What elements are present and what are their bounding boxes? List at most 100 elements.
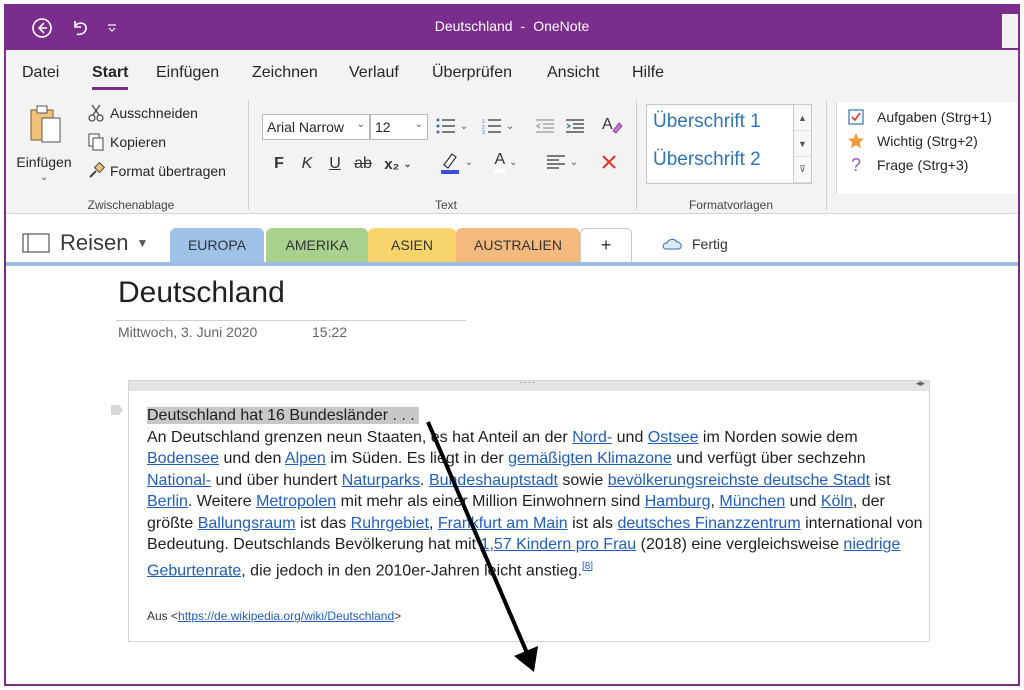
link-klimazone[interactable]: gemäßigten Klimazone bbox=[508, 450, 672, 467]
link-bundeshauptstadt[interactable]: Bundeshauptstadt bbox=[429, 472, 558, 489]
link-nord[interactable]: Nord- bbox=[572, 429, 612, 446]
tag-important[interactable]: Wichtig (Strg+2) bbox=[845, 130, 978, 152]
title-underline bbox=[116, 320, 466, 321]
subscript-button[interactable]: x₂ ⌄ bbox=[380, 152, 416, 176]
highlight-button[interactable]: ⌄ bbox=[434, 150, 478, 174]
styles-gallery: Überschrift 1 Überschrift 2 ▲ ▼ ⊽ bbox=[646, 104, 812, 184]
notebook-bar: Reisen ▼ EUROPA AMERIKA ASIEN AUSTRALIEN… bbox=[6, 216, 1018, 264]
copy-button[interactable]: Kopieren bbox=[86, 131, 166, 153]
paragraph-handle-icon[interactable] bbox=[110, 404, 124, 416]
paste-label: Einfügen bbox=[16, 154, 72, 170]
link-metropolen[interactable]: Metropolen bbox=[256, 493, 336, 510]
align-left-icon bbox=[546, 155, 565, 169]
source-suffix: > bbox=[394, 609, 402, 623]
delete-button[interactable] bbox=[596, 150, 622, 174]
note-container[interactable]: ···· ◂▸ Deutschland hat 16 Bundesländer … bbox=[128, 377, 930, 642]
style-heading-1[interactable]: Überschrift 1 bbox=[653, 111, 761, 133]
caret-down-icon: ▼ bbox=[136, 236, 149, 250]
section-tab-europa[interactable]: EUROPA bbox=[170, 228, 264, 262]
tab-hilfe[interactable]: Hilfe bbox=[632, 64, 664, 82]
decrease-indent-button[interactable] bbox=[532, 114, 558, 138]
tab-verlauf[interactable]: Verlauf bbox=[349, 64, 399, 82]
strikethrough-button[interactable]: ab bbox=[350, 152, 376, 176]
bullets-button[interactable]: ⌄ bbox=[432, 114, 472, 138]
source-link[interactable]: https://de.wikipedia.org/wiki/Deutschlan… bbox=[178, 609, 394, 623]
style-heading-2[interactable]: Überschrift 2 bbox=[653, 149, 761, 171]
link-frankfurt[interactable]: Frankfurt am Main bbox=[438, 515, 568, 532]
font-size-combo[interactable]: 12 ⌄ bbox=[370, 114, 428, 140]
paste-dropdown-icon[interactable]: ⌄ bbox=[40, 172, 48, 183]
underline-button[interactable]: U bbox=[324, 152, 346, 176]
note-heading: Deutschland hat 16 Bundesländer . . . bbox=[147, 407, 419, 424]
section-tab-amerika[interactable]: AMERIKA bbox=[266, 228, 368, 262]
link-ruhrgebiet[interactable]: Ruhrgebiet bbox=[351, 515, 429, 532]
chevron-up-icon[interactable]: ▲ bbox=[794, 105, 811, 131]
numbering-button[interactable]: 123 ⌄ bbox=[478, 114, 518, 138]
tab-ueberpruefen[interactable]: Überprüfen bbox=[432, 64, 512, 82]
paste-button[interactable]: Einfügen ⌄ bbox=[16, 100, 82, 184]
link-ballungsraum[interactable]: Ballungsraum bbox=[198, 515, 296, 532]
tag-important-label: Wichtig (Strg+2) bbox=[877, 133, 978, 149]
more-styles-icon[interactable]: ⊽ bbox=[794, 157, 811, 183]
link-koeln[interactable]: Köln bbox=[821, 493, 853, 510]
link-berlin[interactable]: Berlin bbox=[147, 493, 188, 510]
link-reference-8[interactable]: [8] bbox=[582, 561, 593, 572]
tag-question[interactable]: ? Frage (Strg+3) bbox=[845, 154, 968, 176]
group-separator bbox=[826, 100, 827, 210]
link-nationalparks[interactable]: National- bbox=[147, 472, 211, 489]
link-bodensee[interactable]: Bodensee bbox=[147, 450, 219, 467]
tag-todo[interactable]: Aufgaben (Strg+1) bbox=[845, 106, 992, 128]
sync-status[interactable]: Fertig bbox=[662, 236, 728, 252]
onenote-window: Deutschland - OneNote Datei Start Einfügen… bbox=[4, 4, 1020, 686]
link-alpen[interactable]: Alpen bbox=[285, 450, 326, 467]
tab-start[interactable]: Start bbox=[92, 64, 129, 90]
paragraph-align-button[interactable]: ⌄ bbox=[542, 150, 582, 174]
note-text-run: , bbox=[428, 514, 438, 532]
font-color-button[interactable]: A ⌄ bbox=[486, 150, 526, 174]
tab-ansicht[interactable]: Ansicht bbox=[547, 64, 599, 82]
link-kinder-pro-frau[interactable]: 1,57 Kindern pro Frau bbox=[481, 536, 637, 553]
link-naturparks[interactable]: Naturparks bbox=[342, 472, 420, 489]
link-hamburg[interactable]: Hamburg bbox=[645, 493, 711, 510]
italic-button[interactable]: K bbox=[296, 152, 318, 176]
svg-text:A: A bbox=[602, 116, 613, 133]
cut-button[interactable]: Ausschneiden bbox=[86, 102, 198, 124]
link-muenchen[interactable]: München bbox=[719, 493, 785, 510]
section-tab-australien[interactable]: AUSTRALIEN bbox=[456, 228, 580, 262]
note-text-run: . Weitere bbox=[187, 493, 257, 510]
notebook-selector[interactable]: Reisen ▼ bbox=[22, 230, 148, 256]
font-name-combo[interactable]: Arial Narrow ⌄ bbox=[262, 114, 370, 140]
format-painter-button[interactable]: Format übertragen bbox=[86, 160, 226, 182]
tab-datei[interactable]: Datei bbox=[22, 64, 59, 82]
note-text-run: und über hundert bbox=[211, 471, 342, 489]
checkbox-icon bbox=[845, 109, 867, 125]
note-text-run: im Süden. Es liegt in der bbox=[325, 450, 509, 467]
tab-einfuegen[interactable]: Einfügen bbox=[156, 64, 219, 82]
ribbon: Einfügen ⌄ Ausschneiden Kopieren Format … bbox=[6, 92, 1018, 214]
app-name: OneNote bbox=[533, 18, 590, 34]
note-text[interactable]: Deutschland hat 16 Bundesländer . . . An… bbox=[147, 405, 927, 581]
note-text-run: und den bbox=[219, 450, 285, 467]
section-tab-asien[interactable]: ASIEN bbox=[368, 228, 456, 262]
notebook-icon bbox=[22, 233, 50, 253]
page-title[interactable]: Deutschland bbox=[118, 276, 285, 310]
sync-status-label: Fertig bbox=[692, 236, 728, 252]
increase-indent-button[interactable] bbox=[562, 114, 588, 138]
link-finanzzentrum[interactable]: deutsches Finanzzentrum bbox=[617, 515, 800, 532]
link-ostsee[interactable]: Ostsee bbox=[648, 429, 699, 446]
resize-arrows-icon[interactable]: ◂▸ bbox=[916, 378, 925, 389]
clear-formatting-button[interactable]: A bbox=[598, 112, 626, 136]
note-container-handle[interactable]: ···· ◂▸ bbox=[129, 377, 929, 391]
add-section-button[interactable]: + bbox=[580, 228, 632, 262]
tab-zeichnen[interactable]: Zeichnen bbox=[252, 64, 318, 82]
note-text-run: mit mehr als einer Million Einwohnern si… bbox=[336, 493, 645, 510]
note-text-run: ist als bbox=[567, 514, 618, 532]
link-bevoelkerungsreichste-stadt[interactable]: bevölkerungsreichste deutsche Stadt bbox=[608, 472, 870, 489]
bold-button[interactable]: F bbox=[268, 152, 290, 176]
chevron-down-icon[interactable]: ▼ bbox=[794, 131, 811, 157]
chevron-down-icon: ⌄ bbox=[414, 119, 423, 130]
document-title: Deutschland bbox=[434, 18, 513, 34]
star-icon bbox=[845, 132, 867, 150]
bullet-list-icon bbox=[436, 118, 455, 134]
note-text-run: und bbox=[612, 428, 648, 446]
